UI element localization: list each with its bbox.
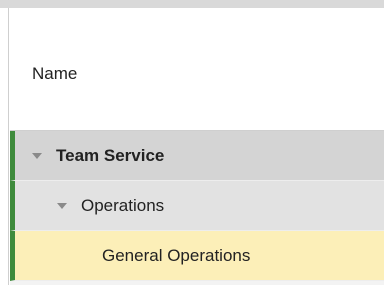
caret-down-icon[interactable] <box>32 150 44 162</box>
bottom-strip <box>10 281 384 285</box>
tree-row-team-service[interactable]: Team Service <box>10 131 384 181</box>
tree-grid: Team Service Operations General Operatio… <box>10 131 384 281</box>
name-column-header-label: Name <box>32 64 78 83</box>
tree-row-operations[interactable]: Operations <box>10 181 384 231</box>
caret-down-icon[interactable] <box>57 200 69 212</box>
tree-row-label: General Operations <box>102 245 251 265</box>
left-border <box>0 8 9 285</box>
top-border <box>0 0 384 8</box>
grid-panel: Name Team Service Operations General Ope… <box>0 0 384 285</box>
tree-row-label: Operations <box>81 195 165 215</box>
name-column-header[interactable]: Name <box>10 8 384 131</box>
tree-row-label: Team Service <box>56 145 165 165</box>
tree-row-general-operations[interactable]: General Operations <box>10 231 384 281</box>
